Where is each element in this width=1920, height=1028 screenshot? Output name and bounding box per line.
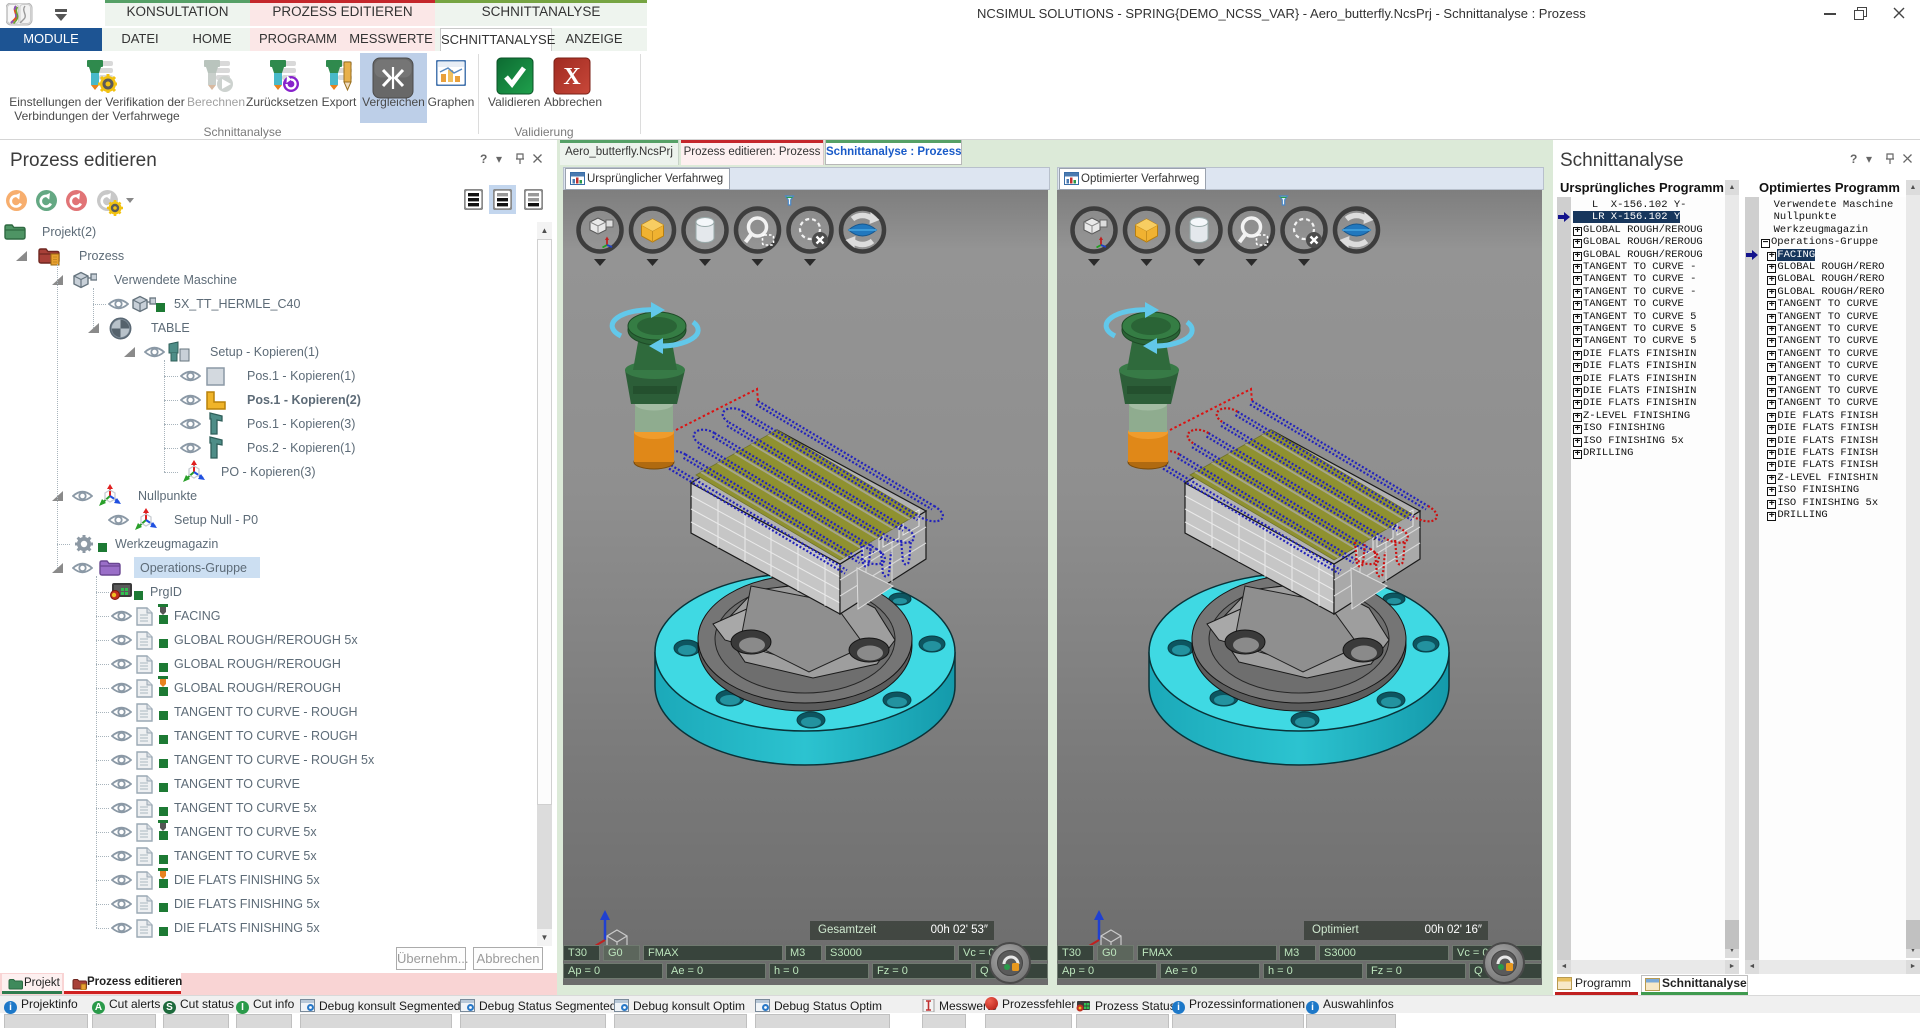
svg-text:X: X [563, 64, 581, 90]
